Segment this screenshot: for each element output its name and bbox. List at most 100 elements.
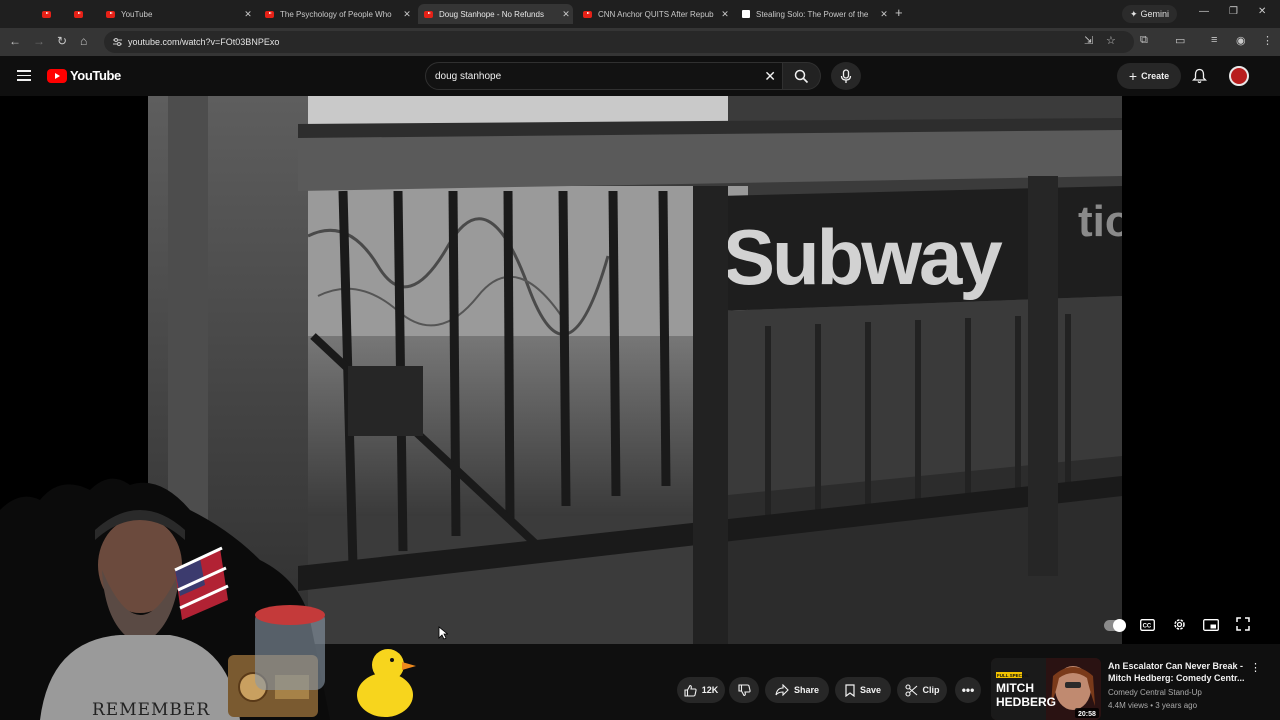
home-icon[interactable]: ⌂	[80, 34, 87, 48]
media-controls-icon[interactable]: ≡	[1211, 34, 1217, 46]
tab-title: CNN Anchor QUITS After Repub	[598, 9, 714, 19]
create-label: Create	[1141, 71, 1170, 81]
tab-title: The Psychology of People Who	[280, 9, 392, 19]
tab-title: Doug Stanhope - No Refunds	[439, 9, 544, 19]
close-window-icon[interactable]: ✕	[1258, 6, 1266, 17]
tab-close-icon[interactable]: ✕	[877, 9, 891, 20]
subway-sign-text: Subway	[723, 213, 1002, 301]
tab-close-icon[interactable]: ✕	[400, 9, 414, 20]
profile-icon[interactable]: ◉	[1236, 34, 1246, 47]
youtube-header: YouTube ✕ + Create	[0, 56, 1280, 96]
browser-tab[interactable]: Stealing Solo: The Power of the ✕	[736, 4, 891, 24]
site-info-icon[interactable]	[112, 37, 123, 47]
hamburger-menu-icon[interactable]	[17, 70, 31, 81]
search-box: ✕	[425, 62, 783, 90]
more-actions-button[interactable]: •••	[955, 677, 981, 703]
voice-search-button[interactable]	[831, 62, 861, 90]
reload-icon[interactable]: ↻	[57, 34, 67, 48]
shirt-text: REMEMBER	[92, 700, 210, 720]
youtube-favicon-icon	[74, 10, 83, 18]
share-button[interactable]: Share	[765, 677, 829, 703]
create-button[interactable]: + Create	[1117, 63, 1181, 89]
document-favicon-icon	[742, 10, 750, 18]
more-horizontal-icon: •••	[961, 683, 975, 697]
dislike-button[interactable]	[729, 677, 759, 703]
recommended-video-thumbnail[interactable]: FULL SPECIAL MITCH HEDBERG 20:58	[991, 658, 1101, 720]
address-bar[interactable]: youtube.com/watch?v=FOt03BNPExo	[104, 31, 1134, 53]
sparkle-icon: ✦	[1129, 8, 1138, 19]
tab-title: YouTube	[121, 9, 153, 19]
notifications-bell-icon[interactable]	[1192, 68, 1207, 84]
sidepanel-icon[interactable]: ▭	[1175, 34, 1185, 47]
thumb-name-1: MITCH	[996, 681, 1034, 695]
browser-menu-icon[interactable]: ⋮	[1262, 34, 1273, 47]
browser-toolbar: ← → ↻ ⌂ youtube.com/watch?v=FOt03BNPExo …	[0, 28, 1280, 56]
miniplayer-icon[interactable]	[1203, 619, 1219, 631]
gemini-label: Gemini	[1140, 9, 1170, 19]
youtube-favicon-icon	[42, 10, 51, 18]
mouse-cursor-icon	[438, 626, 448, 640]
gemini-button[interactable]: ✦ Gemini	[1122, 5, 1177, 23]
webcam-overlay: REMEMBER	[0, 478, 416, 720]
clear-search-icon[interactable]: ✕	[764, 68, 776, 85]
thumb-badge: FULL SPECIAL	[997, 673, 1029, 678]
browser-tab[interactable]: CNN Anchor QUITS After Repub ✕	[577, 4, 732, 24]
youtube-wordmark: YouTube	[70, 68, 121, 83]
browser-tab-strip: YouTube ✕ The Psychology of People Who ✕…	[0, 0, 1280, 28]
browser-tab[interactable]: YouTube ✕	[100, 4, 255, 24]
search-button[interactable]	[783, 62, 821, 90]
account-avatar[interactable]	[1229, 66, 1249, 86]
extensions-icon[interactable]: ⧉	[1140, 34, 1148, 47]
microphone-icon	[840, 68, 852, 83]
new-tab-icon[interactable]: +	[895, 5, 903, 20]
settings-gear-icon[interactable]	[1172, 617, 1187, 632]
browser-tab[interactable]	[36, 4, 64, 24]
thumbnail-art: FULL SPECIAL MITCH HEDBERG 20:58	[991, 658, 1101, 720]
fullscreen-icon[interactable]	[1236, 617, 1250, 631]
share-label: Share	[793, 685, 819, 695]
recommended-video-title[interactable]: An Escalator Can Never Break - Mitch Hed…	[1108, 660, 1248, 684]
recommended-video-meta: 4.4M views • 3 years ago	[1108, 701, 1198, 710]
youtube-favicon-icon	[583, 10, 592, 18]
youtube-logo[interactable]: YouTube	[47, 68, 121, 83]
tab-close-icon[interactable]: ✕	[718, 9, 732, 20]
search-input[interactable]	[435, 70, 735, 82]
restore-icon[interactable]: ❐	[1229, 6, 1238, 17]
save-button[interactable]: Save	[835, 677, 891, 703]
tab-close-icon[interactable]: ✕	[559, 9, 573, 20]
browser-tab-active[interactable]: Doug Stanhope - No Refunds ✕	[418, 4, 573, 24]
clip-button[interactable]: Clip	[897, 677, 947, 703]
bookmark-icon	[845, 683, 855, 697]
autoplay-toggle[interactable]	[1104, 619, 1126, 632]
bookmark-star-icon[interactable]: ☆	[1106, 34, 1116, 47]
browser-tab[interactable]: The Psychology of People Who ✕	[259, 4, 414, 24]
youtube-favicon-icon	[265, 10, 274, 18]
install-app-icon[interactable]: ⇲	[1084, 34, 1093, 47]
clip-label: Clip	[922, 685, 940, 695]
back-arrow-icon[interactable]: ←	[9, 34, 21, 48]
search-icon	[794, 69, 809, 83]
thumb-name-2: HEDBERG	[996, 695, 1056, 709]
thumbs-down-icon	[737, 683, 751, 696]
url-text[interactable]: youtube.com/watch?v=FOt03BNPExo	[128, 37, 279, 47]
save-label: Save	[859, 685, 882, 695]
youtube-play-icon	[47, 68, 67, 83]
video-duration: 20:58	[1078, 711, 1096, 718]
plus-icon: +	[1128, 68, 1138, 84]
scissors-icon	[904, 683, 917, 697]
like-count: 12K	[701, 685, 719, 695]
like-button[interactable]: 12K	[677, 677, 725, 703]
forward-arrow-icon[interactable]: →	[33, 34, 45, 48]
more-vertical-icon[interactable]: ⋮	[1250, 661, 1261, 674]
subway-sign-partial-text: tion	[1078, 197, 1122, 246]
tab-close-icon[interactable]: ✕	[241, 9, 255, 20]
svg-text:CC: CC	[1143, 624, 1152, 630]
recommended-channel-name[interactable]: Comedy Central Stand-Up	[1108, 688, 1202, 697]
browser-tab[interactable]	[68, 4, 96, 24]
closed-captions-icon[interactable]: CC	[1140, 619, 1155, 631]
thumbs-up-icon	[684, 684, 697, 697]
tab-title: Stealing Solo: The Power of the	[756, 9, 869, 19]
minimize-icon[interactable]: —	[1199, 6, 1209, 17]
youtube-favicon-icon	[424, 10, 433, 18]
share-arrow-icon	[775, 684, 789, 696]
